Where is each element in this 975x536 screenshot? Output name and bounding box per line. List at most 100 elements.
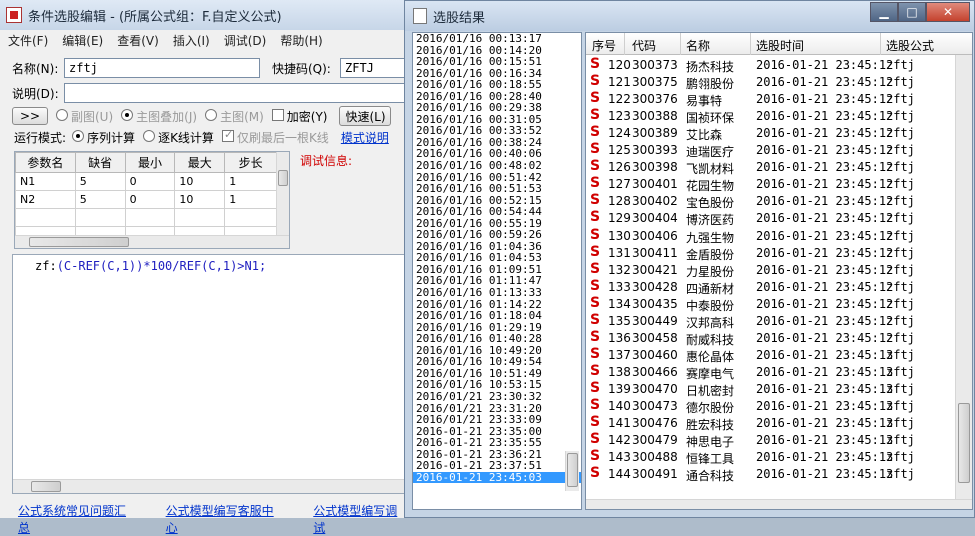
param-cell[interactable]: 5: [74, 190, 126, 209]
table-row[interactable]: S 125 300393 迪瑞医疗 2016-01-21 23:45:12 zftj: [586, 141, 946, 159]
table-row[interactable]: S 144 300491 通合科技 2016-01-21 23:45:13 zftj: [586, 465, 946, 483]
fast-button[interactable]: 快速(L): [339, 106, 392, 126]
table-row[interactable]: S 142 300479 神思电子 2016-01-21 23:45:13 zftj: [586, 431, 946, 449]
radio-main-chart[interactable]: 主图(M): [205, 108, 264, 125]
col-header-code[interactable]: 代码: [632, 37, 656, 54]
param-cell[interactable]: 0: [124, 190, 176, 209]
formula-editor[interactable]: zf:(C-REF(C,1))*100/REF(C,1)>N1;: [12, 254, 410, 494]
table-row[interactable]: S 140 300473 德尔股份 2016-01-21 23:45:13 zftj: [586, 397, 946, 415]
faq-link[interactable]: 公式系统常见问题汇总: [18, 502, 138, 536]
table-row[interactable]: S 133 300428 四通新材 2016-01-21 23:45:12 zftj: [586, 278, 946, 296]
table-row[interactable]: S 127 300401 花园生物 2016-01-21 23:45:12 zftj: [586, 175, 946, 193]
row-index: 141: [608, 416, 631, 431]
debug-link[interactable]: 公式模型编写调试: [313, 502, 409, 536]
date-list-item[interactable]: 2016-01-21 23:45:03: [413, 472, 581, 484]
menu-help[interactable]: 帮助(H): [280, 32, 322, 49]
table-row[interactable]: S 135 300449 汉邦高科 2016-01-21 23:45:12 zftj: [586, 312, 946, 330]
table-row[interactable]: S 126 300398 飞凯材料 2016-01-21 23:45:12 zftj: [586, 158, 946, 176]
scroll-thumb[interactable]: [31, 481, 61, 492]
param-hscroll[interactable]: [15, 235, 289, 248]
table-row[interactable]: S 138 300466 赛摩电气 2016-01-21 23:45:13 zftj: [586, 363, 946, 381]
scroll-thumb[interactable]: [567, 453, 578, 487]
close-button[interactable]: ✕: [926, 2, 970, 22]
table-row[interactable]: S 143 300488 恒锋工具 2016-01-21 23:45:13 zftj: [586, 448, 946, 466]
param-vscroll[interactable]: [276, 152, 289, 236]
desc-input[interactable]: [64, 83, 410, 103]
row-formula: zftj: [886, 126, 915, 141]
table-row[interactable]: S 123 300388 国祯环保 2016-01-21 23:45:12 zftj: [586, 107, 946, 125]
table-row[interactable]: S 121 300375 鹏翎股份 2016-01-21 23:45:12 zftj: [586, 73, 946, 91]
param-cell[interactable]: 10: [174, 172, 226, 191]
table-row[interactable]: S 128 300402 宝色股份 2016-01-21 23:45:12 zftj: [586, 192, 946, 210]
radio-run-sequence[interactable]: 序列计算: [72, 129, 135, 146]
menu-insert[interactable]: 插入(I): [173, 32, 210, 49]
date-list-item[interactable]: 2016-01-21 23:35:55: [413, 437, 581, 449]
maximize-button[interactable]: □: [898, 2, 926, 22]
formula-hscroll[interactable]: [13, 479, 409, 493]
table-row[interactable]: S 139 300470 日机密封 2016-01-21 23:45:13 zftj: [586, 380, 946, 398]
editor-titlebar[interactable]: 条件选股编辑 - (所属公式组：F.自定义公式): [0, 0, 409, 30]
param-cell[interactable]: 0: [124, 172, 176, 191]
date-list-item[interactable]: 2016/01/16 00:15:51: [413, 56, 581, 68]
last-kline-checkbox[interactable]: 仅刷最后一根K线: [221, 128, 329, 146]
param-cell[interactable]: 5: [74, 172, 126, 191]
date-list-item[interactable]: 2016/01/21 23:30:32: [413, 391, 581, 403]
table-row[interactable]: S 122 300376 易事特 2016-01-21 23:45:12 zftj: [586, 90, 946, 108]
selection-date-list[interactable]: 2016/01/16 00:13:17 2016/01/16 00:14:20 20…: [412, 32, 582, 510]
minimize-button[interactable]: ▁: [870, 2, 898, 22]
param-cell[interactable]: N2: [15, 190, 76, 209]
scroll-thumb[interactable]: [278, 170, 288, 186]
param-row[interactable]: [15, 208, 277, 227]
table-row[interactable]: S 129 300404 博济医药 2016-01-21 23:45:12 zftj: [586, 209, 946, 227]
last-kline-label: 仅刷最后一根K线: [236, 131, 329, 145]
menu-edit[interactable]: 编辑(E): [62, 32, 103, 49]
menu-view[interactable]: 查看(V): [117, 32, 159, 49]
result-grid[interactable]: 序号 代码 名称 选股时间 选股公式 S 120 300373 扬杰科技 2016-01…: [585, 32, 973, 510]
row-index: 134: [608, 296, 631, 311]
param-cell[interactable]: 1: [224, 172, 277, 191]
radio-sub-chart[interactable]: 副图(U): [56, 108, 113, 125]
table-row[interactable]: S 137 300460 惠伦晶体 2016-01-21 23:45:13 zftj: [586, 346, 946, 364]
table-row[interactable]: S 120 300373 扬杰科技 2016-01-21 23:45:12 zftj: [586, 56, 946, 74]
shortcut-input[interactable]: ZFTJ: [340, 58, 408, 78]
col-header-time[interactable]: 选股时间: [756, 37, 804, 54]
row-name: 金盾股份: [686, 247, 735, 262]
table-row[interactable]: S 124 300389 艾比森 2016-01-21 23:45:12 zftj: [586, 124, 946, 142]
col-header-formula[interactable]: 选股公式: [886, 37, 934, 54]
formula-code[interactable]: zf:(C-REF(C,1))*100/REF(C,1)>N1;: [35, 259, 266, 273]
date-list-item[interactable]: 2016/01/16 00:48:02: [413, 160, 581, 172]
date-list-item[interactable]: 2016/01/16 00:51:53: [413, 183, 581, 195]
date-list-item[interactable]: 2016/01/21 23:33:09: [413, 414, 581, 426]
expand-button[interactable]: >>: [12, 107, 48, 125]
table-row[interactable]: S 130 300406 九强生物 2016-01-21 23:45:12 zftj: [586, 227, 946, 245]
date-list-item[interactable]: 2016/01/16 01:13:33: [413, 287, 581, 299]
date-list-item[interactable]: 2016/01/16 00:18:55: [413, 79, 581, 91]
table-row[interactable]: S 131 300411 金盾股份 2016-01-21 23:45:12 zftj: [586, 244, 946, 262]
menu-file[interactable]: 文件(F): [8, 32, 48, 49]
param-row[interactable]: N2 5 0 10 1: [15, 190, 277, 209]
date-list-vscroll[interactable]: [565, 451, 579, 491]
menu-debug[interactable]: 调试(D): [224, 32, 267, 49]
name-input[interactable]: zftj: [64, 58, 260, 78]
grid-hscroll[interactable]: [586, 499, 972, 509]
col-header-index[interactable]: 序号: [592, 37, 616, 54]
date-list-item[interactable]: 2016/01/16 00:13:17: [413, 33, 581, 45]
param-cell[interactable]: 10: [174, 190, 226, 209]
support-link[interactable]: 公式模型编写客服中心: [166, 502, 286, 536]
param-row[interactable]: N1 5 0 10 1: [15, 172, 277, 191]
radio-main-overlay[interactable]: 主图叠加(J): [121, 108, 197, 125]
model-desc-link[interactable]: 模式说明: [341, 129, 389, 146]
col-header-name[interactable]: 名称: [686, 37, 710, 54]
encrypt-checkbox[interactable]: 加密(Y): [271, 108, 327, 125]
table-row[interactable]: S 134 300435 中泰股份 2016-01-21 23:45:12 zftj: [586, 295, 946, 313]
radio-run-kline[interactable]: 逐K线计算: [143, 129, 214, 146]
table-row[interactable]: S 132 300421 力星股份 2016-01-21 23:45:12 zftj: [586, 261, 946, 279]
grid-vscroll[interactable]: [955, 55, 972, 501]
date-list-item[interactable]: 2016/01/16 01:18:04: [413, 310, 581, 322]
table-row[interactable]: S 136 300458 耐威科技 2016-01-21 23:45:12 zftj: [586, 329, 946, 347]
scroll-thumb[interactable]: [958, 403, 970, 483]
param-cell[interactable]: N1: [15, 172, 76, 191]
param-cell[interactable]: 1: [224, 190, 277, 209]
table-row[interactable]: S 141 300476 胜宏科技 2016-01-21 23:45:13 zftj: [586, 414, 946, 432]
scroll-thumb[interactable]: [29, 237, 129, 247]
